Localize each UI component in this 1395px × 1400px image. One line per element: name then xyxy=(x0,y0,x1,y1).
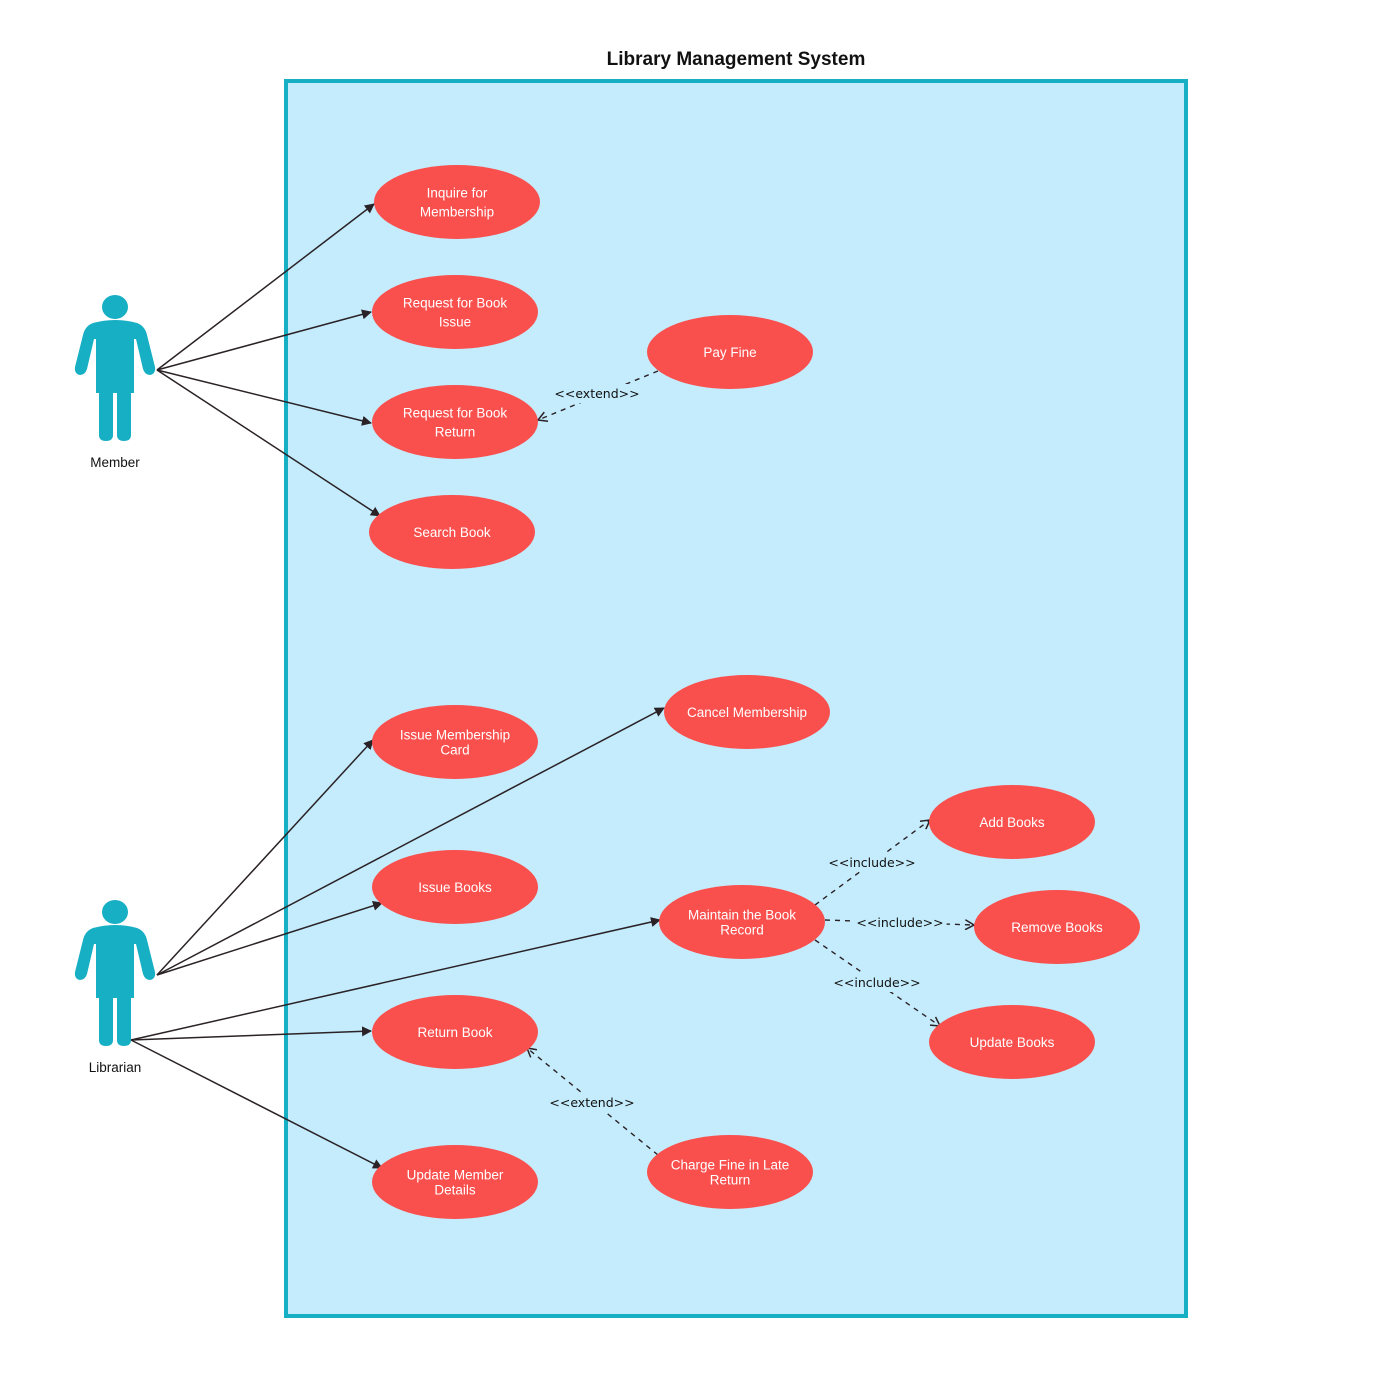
use-case-label: Charge Fine in Late xyxy=(671,1158,790,1173)
use-case-label: Return xyxy=(710,1173,751,1188)
use-case-shape[interactable] xyxy=(374,165,540,239)
use-case-update-member[interactable]: Update MemberDetails xyxy=(372,1145,538,1219)
use-case-label: Issue Books xyxy=(418,880,492,895)
actor-librarian[interactable]: Librarian xyxy=(74,900,156,1075)
dependency-label: <<extend>> xyxy=(554,386,639,401)
use-case-label: Issue Membership xyxy=(400,728,510,743)
use-case-label: Update Member xyxy=(407,1168,504,1183)
use-case-cancel[interactable]: Cancel Membership xyxy=(664,675,830,749)
actor-label: Librarian xyxy=(89,1060,142,1075)
use-case-label: Issue xyxy=(439,315,471,330)
use-case-inquire[interactable]: Inquire for Membership xyxy=(374,165,540,239)
use-case-label: Maintain the Book xyxy=(688,908,796,923)
use-case-add[interactable]: Add Books xyxy=(929,785,1095,859)
dependency-label: <<include>> xyxy=(833,975,920,990)
actor-member[interactable]: Member xyxy=(74,295,156,470)
dependency-label: <<extend>> xyxy=(549,1095,634,1110)
use-case-label: Record xyxy=(720,923,764,938)
dependency-label: <<include>> xyxy=(856,915,943,930)
use-case-req-issue[interactable]: Request for Book Issue xyxy=(372,275,538,349)
use-case-label: Request for Book xyxy=(403,296,508,311)
use-case-return-book[interactable]: Return Book xyxy=(372,995,538,1069)
use-case-label: Request for Book xyxy=(403,406,508,421)
use-case-shape[interactable] xyxy=(372,275,538,349)
dependency-label: <<include>> xyxy=(828,855,915,870)
person-icon xyxy=(74,900,156,1046)
person-icon xyxy=(74,295,156,441)
use-case-label: Return Book xyxy=(417,1025,492,1040)
use-case-remove[interactable]: Remove Books xyxy=(974,890,1140,964)
use-case-label: Inquire for xyxy=(427,186,488,201)
use-case-issue-card[interactable]: Issue MembershipCard xyxy=(372,705,538,779)
use-case-update[interactable]: Update Books xyxy=(929,1005,1095,1079)
use-case-search[interactable]: Search Book xyxy=(369,495,535,569)
use-case-issue-books[interactable]: Issue Books xyxy=(372,850,538,924)
use-case-label: Return xyxy=(435,425,476,440)
use-case-label: Update Books xyxy=(970,1035,1055,1050)
use-case-label: Card xyxy=(440,743,469,758)
use-case-label: Add Books xyxy=(979,815,1045,830)
use-case-label: Details xyxy=(434,1183,476,1198)
diagram-title: Library Management System xyxy=(607,49,866,70)
use-case-label: Membership xyxy=(420,205,494,220)
use-case-maintain[interactable]: Maintain the BookRecord xyxy=(659,885,825,959)
use-case-label: Pay Fine xyxy=(703,345,756,360)
use-case-diagram: Library Management System Inquire for Mem… xyxy=(74,49,1188,1318)
use-case-charge-fine[interactable]: Charge Fine in LateReturn xyxy=(647,1135,813,1209)
use-case-label: Search Book xyxy=(413,525,491,540)
use-case-pay-fine[interactable]: Pay Fine xyxy=(647,315,813,389)
use-case-label: Remove Books xyxy=(1011,920,1103,935)
use-case-req-return[interactable]: Request for Book Return xyxy=(372,385,538,459)
use-case-shape[interactable] xyxy=(372,385,538,459)
use-case-label: Cancel Membership xyxy=(687,705,807,720)
actor-label: Member xyxy=(90,455,140,470)
